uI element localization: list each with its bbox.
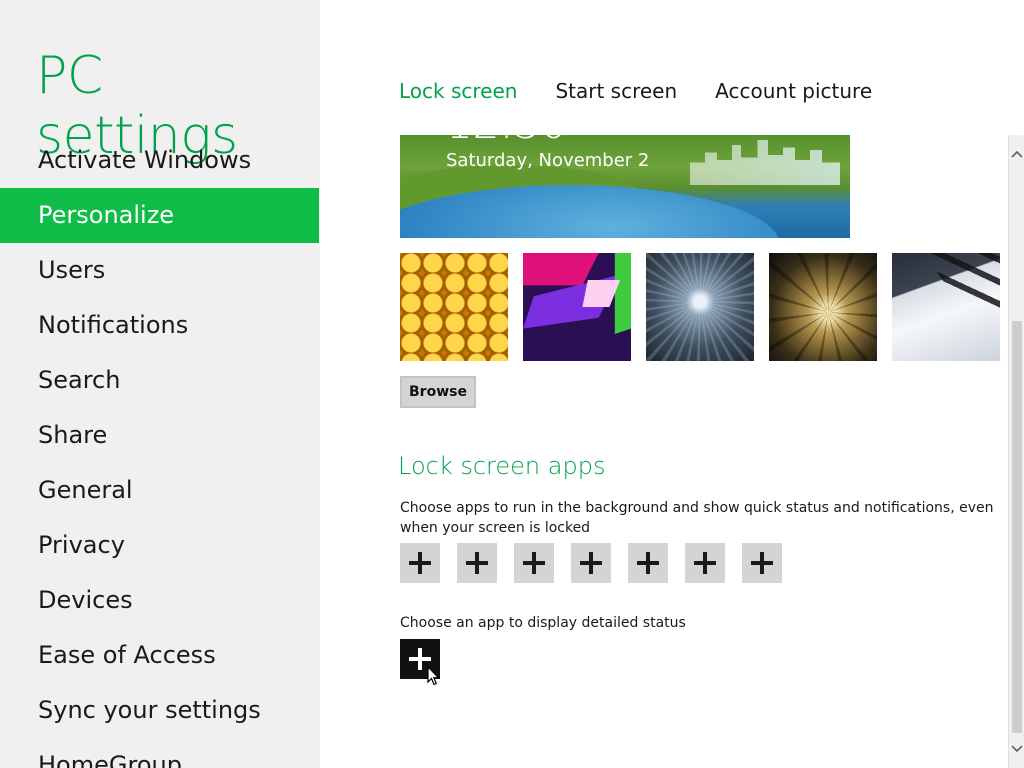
- thumbnail-honeycomb[interactable]: [400, 253, 508, 361]
- nav-item-sync-your-settings[interactable]: Sync your settings: [0, 683, 319, 738]
- nav-item-activate-windows[interactable]: Activate Windows: [0, 133, 319, 188]
- add-app-button[interactable]: [457, 543, 497, 583]
- chevron-up-icon[interactable]: [1009, 147, 1024, 163]
- scrollbar-thumb[interactable]: [1012, 321, 1022, 733]
- thumbnail-piano-keys[interactable]: [892, 253, 1000, 361]
- detailed-status-label: Choose an app to display detailed status: [400, 615, 686, 631]
- plus-icon: [466, 552, 488, 574]
- nav-item-personalize[interactable]: Personalize: [0, 188, 319, 243]
- preview-city-skyline: [690, 140, 840, 185]
- nav-item-notifications[interactable]: Notifications: [0, 298, 319, 353]
- lock-screen-apps-heading: Lock screen apps: [398, 452, 606, 480]
- thumbnail-tunnel[interactable]: [646, 253, 754, 361]
- content-pane: Lock screen Start screen Account picture…: [320, 0, 1024, 768]
- lock-screen-apps-description: Choose apps to run in the background and…: [400, 500, 994, 536]
- preview-clock: 12:30: [446, 135, 567, 148]
- tab-start-screen[interactable]: Start screen: [555, 79, 677, 103]
- settings-scroll-region: 12:30 Saturday, November 2 Browse Lock s…: [320, 135, 1008, 768]
- nav-item-share[interactable]: Share: [0, 408, 319, 463]
- plus-icon: [694, 552, 716, 574]
- thumbnail-nautilus-shell[interactable]: [769, 253, 877, 361]
- lock-screen-thumbnails: [400, 253, 1000, 361]
- tab-bar: Lock screen Start screen Account picture: [399, 79, 872, 103]
- chevron-down-icon[interactable]: [1009, 740, 1024, 756]
- navigation-pane: PC settings Activate Windows Personalize…: [0, 0, 320, 768]
- nav-item-privacy[interactable]: Privacy: [0, 518, 319, 573]
- plus-icon: [637, 552, 659, 574]
- mouse-pointer-icon: [427, 666, 440, 686]
- nav-item-search[interactable]: Search: [0, 353, 319, 408]
- plus-icon: [523, 552, 545, 574]
- lock-screen-preview: 12:30 Saturday, November 2: [400, 135, 850, 238]
- nav-list: Activate Windows Personalize Users Notif…: [0, 133, 319, 768]
- add-app-button[interactable]: [628, 543, 668, 583]
- add-app-button[interactable]: [571, 543, 611, 583]
- add-app-button[interactable]: [742, 543, 782, 583]
- thumbnail-abstract[interactable]: [523, 253, 631, 361]
- plus-icon: [751, 552, 773, 574]
- nav-item-users[interactable]: Users: [0, 243, 319, 298]
- lock-screen-app-slots: [400, 543, 782, 583]
- browse-button[interactable]: Browse: [400, 376, 476, 408]
- plus-icon: [409, 552, 431, 574]
- add-app-button[interactable]: [685, 543, 725, 583]
- nav-item-ease-of-access[interactable]: Ease of Access: [0, 628, 319, 683]
- add-app-button[interactable]: [514, 543, 554, 583]
- vertical-scrollbar[interactable]: [1008, 135, 1024, 768]
- preview-date: Saturday, November 2: [446, 150, 650, 171]
- tab-account-picture[interactable]: Account picture: [715, 79, 872, 103]
- plus-icon: [580, 552, 602, 574]
- tab-lock-screen[interactable]: Lock screen: [399, 79, 517, 103]
- add-app-button[interactable]: [400, 543, 440, 583]
- nav-item-general[interactable]: General: [0, 463, 319, 518]
- nav-item-homegroup[interactable]: HomeGroup: [0, 738, 319, 768]
- nav-item-devices[interactable]: Devices: [0, 573, 319, 628]
